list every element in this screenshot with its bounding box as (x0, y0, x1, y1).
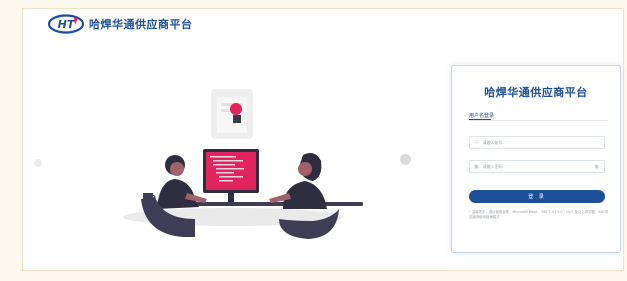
tab-divider (469, 120, 608, 121)
company-logo: HT (47, 14, 85, 34)
username-placeholder: 请输入账号 (482, 139, 503, 145)
username-input[interactable]: ⚇ 请输入账号 (469, 136, 605, 149)
hero-illustration (123, 89, 363, 239)
decorative-dot (400, 154, 411, 165)
page-container: HT 哈焊华通供应商平台 哈焊华通供应商平台 用户名登录 ⚇ 请输入账号 ▣ 请… (22, 8, 624, 271)
lock-icon: ▣ (474, 163, 479, 170)
brand-title: 哈焊华通供应商平台 (89, 18, 193, 31)
svg-text:HT: HT (58, 18, 76, 31)
decorative-dot-left (34, 159, 42, 167)
header: HT 哈焊华通供应商平台 (23, 9, 623, 39)
login-card: 哈焊华通供应商平台 用户名登录 ⚇ 请输入账号 ▣ 请输入密码 ◉ 登 录 * … (451, 65, 621, 253)
browser-tip: * 温馨提示：建议使用谷歌、Microsoft Edge、360 7.0 / 9… (469, 210, 609, 219)
login-card-title: 哈焊华通供应商平台 (484, 86, 588, 99)
tab-username-login[interactable]: 用户名登录 (469, 112, 494, 119)
user-icon: ⚇ (474, 139, 479, 146)
password-placeholder: 请输入密码 (482, 163, 503, 169)
login-button[interactable]: 登 录 (469, 190, 605, 203)
eye-icon[interactable]: ◉ (595, 164, 599, 170)
password-input[interactable]: ▣ 请输入密码 ◉ (469, 160, 605, 173)
